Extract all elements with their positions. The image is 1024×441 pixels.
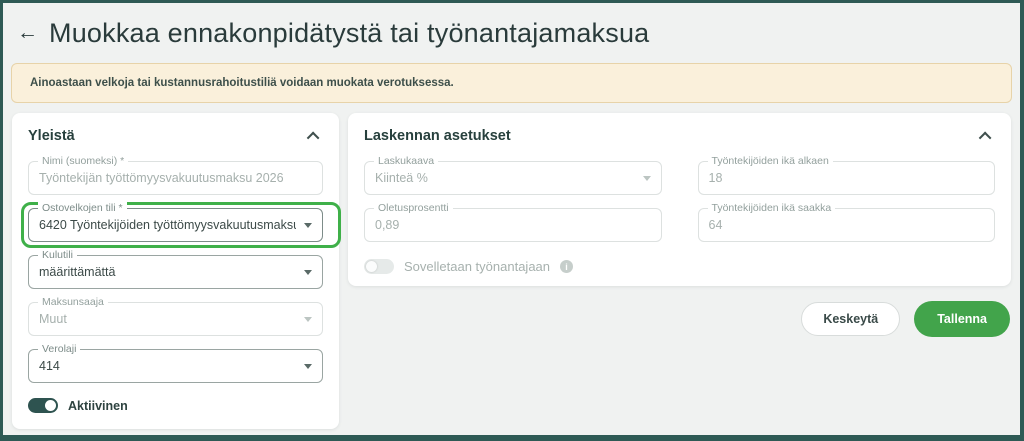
save-button[interactable]: Tallenna [914,301,1010,337]
expense-account-label: Kulutili [38,249,77,262]
payee-value: Muut [39,312,296,326]
page-header: ← Muokkaa ennakonpidätystä tai työnantaj… [3,3,1020,51]
chevron-down-icon [304,364,312,369]
payee-label: Maksunsaaja [38,296,108,309]
calculation-card-title: Laskennan asetukset [364,128,511,144]
general-card: Yleistä Nimi (suomeksi) * Työntekijän ty… [12,113,339,429]
name-field-value: Työntekijän työttömyysvakuutusmaksu 2026 [39,171,312,185]
chevron-down-icon [643,176,651,181]
active-toggle-row: Aktiivinen [28,398,323,413]
page-title: Muokkaa ennakonpidätystä tai työnantajam… [49,15,649,51]
chevron-down-icon [304,223,312,228]
calculation-card: Laskennan asetukset Laskukaava Kiinteä %… [348,113,1011,286]
payables-account-label: Ostovelkojen tili * [38,202,127,215]
formula-label: Laskukaava [374,155,438,168]
age-until-label: Työntekijöiden ikä saakka [708,202,836,215]
payee-select: Maksunsaaja Muut [28,302,323,336]
age-from-field: Työntekijöiden ikä alkaen 18 [698,161,996,195]
employer-toggle [364,259,394,274]
general-card-header: Yleistä [28,127,323,145]
employer-toggle-row: Sovelletaan työnantajaan i [364,259,995,274]
tax-type-select[interactable]: Verolaji 414 [28,349,323,383]
name-field-label: Nimi (suomeksi) * [38,155,128,168]
expense-account-select[interactable]: Kulutili määrittämättä [28,255,323,289]
toggle-knob [45,400,56,411]
tax-type-value: 414 [39,359,296,373]
formula-select: Laskukaava Kiinteä % [364,161,662,195]
age-until-value: 64 [709,218,985,232]
chevron-down-icon [304,270,312,275]
age-until-field: Työntekijöiden ikä saakka 64 [698,208,996,242]
payables-account-value: 6420 Työntekijöiden työttömyysvakuutusma… [39,218,296,232]
right-column: Laskennan asetukset Laskukaava Kiinteä %… [348,113,1011,337]
calculation-fields-grid: Laskukaava Kiinteä % Työntekijöiden ikä … [364,145,995,242]
chevron-up-icon[interactable] [979,131,992,144]
age-from-label: Työntekijöiden ikä alkaen [708,155,833,168]
warning-banner: Ainoastaan velkoja tai kustannusrahoitus… [11,63,1012,103]
toggle-knob [366,261,377,272]
employer-toggle-label: Sovelletaan työnantajaan [404,259,550,274]
general-card-title: Yleistä [28,128,75,144]
calculation-card-header: Laskennan asetukset [364,127,995,145]
payables-account-select[interactable]: Ostovelkojen tili * 6420 Työntekijöiden … [28,208,323,242]
chevron-up-icon[interactable] [307,131,320,144]
name-field: Nimi (suomeksi) * Työntekijän työttömyys… [28,161,323,195]
cancel-button[interactable]: Keskeytä [801,302,900,336]
age-from-value: 18 [709,171,985,185]
default-percent-field: Oletusprosentti 0,89 [364,208,662,242]
tax-type-label: Verolaji [38,343,80,356]
default-percent-label: Oletusprosentti [374,202,453,215]
formula-value: Kiinteä % [375,171,635,185]
expense-account-value: määrittämättä [39,265,296,279]
active-toggle[interactable] [28,398,58,413]
info-icon[interactable]: i [560,260,573,273]
default-percent-value: 0,89 [375,218,651,232]
active-toggle-label: Aktiivinen [68,399,128,413]
back-arrow-icon[interactable]: ← [17,15,38,51]
chevron-down-icon [304,317,312,322]
action-buttons: Keskeytä Tallenna [348,301,1011,337]
warning-banner-text: Ainoastaan velkoja tai kustannusrahoitus… [30,77,454,89]
app-window: ← Muokkaa ennakonpidätystä tai työnantaj… [0,0,1024,441]
main-content: Yleistä Nimi (suomeksi) * Työntekijän ty… [3,113,1020,429]
